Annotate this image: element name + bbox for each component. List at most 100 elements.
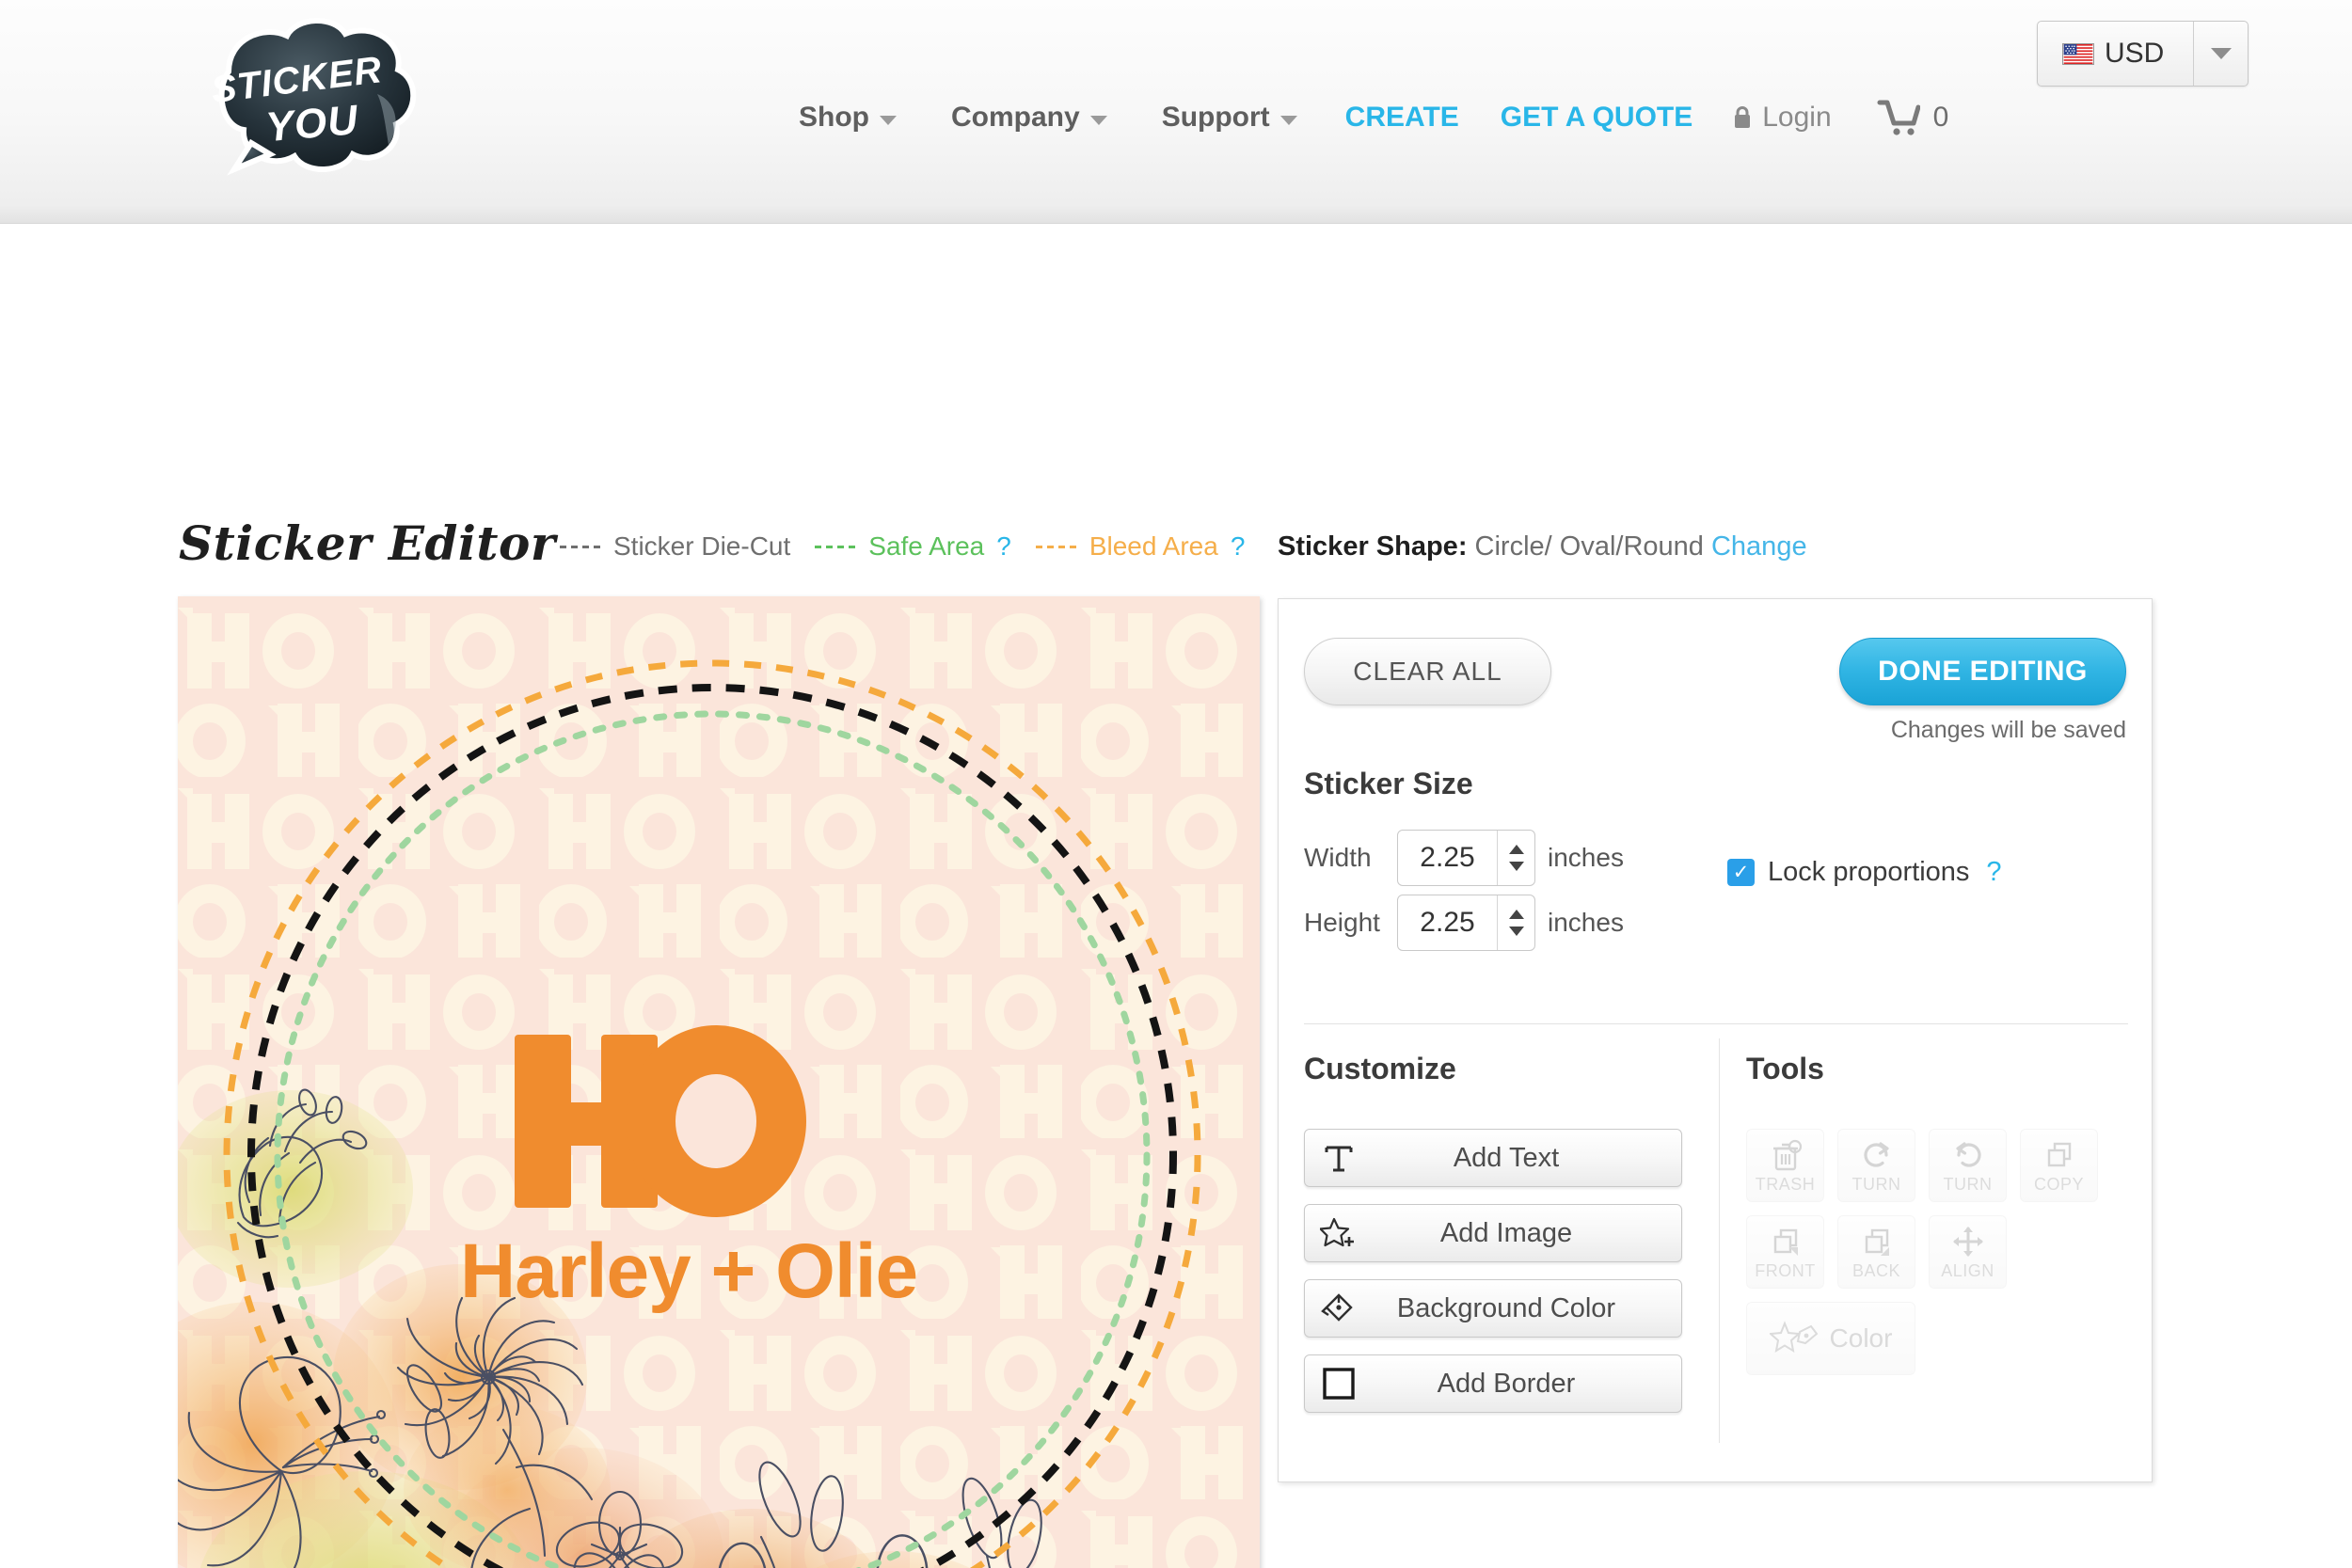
done-editing-button[interactable]: DONE EDITING [1839, 638, 2126, 705]
cart-button[interactable]: 0 [1851, 99, 1948, 136]
nav-label-shop: Shop [799, 102, 869, 133]
copy-tool-label: COPY [2033, 1175, 2084, 1194]
bring-front-tool-label: FRONT [1755, 1261, 1816, 1280]
color-tool-button[interactable]: Color [1746, 1302, 1915, 1375]
lock-proportions-checkbox[interactable]: ✓ [1727, 859, 1755, 886]
chevron-down-icon [1279, 116, 1297, 125]
height-stepper[interactable]: 2.25 [1397, 895, 1535, 951]
paint-bucket-icon [1305, 1291, 1373, 1325]
editor-tools-panel: CLEAR ALL DONE EDITING Changes will be s… [1278, 598, 2153, 1482]
clear-all-button[interactable]: CLEAR ALL [1304, 638, 1551, 705]
svg-text:YOU: YOU [264, 97, 360, 150]
lock-icon [1735, 106, 1751, 128]
page-title: Sticker Editor [179, 515, 556, 571]
bring-front-tool-button[interactable]: FRONT [1746, 1215, 1824, 1289]
legend-bleed-area[interactable]: Bleed Area ? [1035, 531, 1246, 562]
sticker-size-title: Sticker Size [1304, 767, 1473, 800]
login-label: Login [1762, 102, 1832, 133]
align-tool-button[interactable]: ALIGN [1929, 1215, 2007, 1289]
tools-section: Tools TRASH TURN TURN COPY FRONT BACK AL… [1746, 1052, 2132, 1375]
shopping-cart-icon [1877, 100, 1920, 135]
add-image-button[interactable]: Add Image [1304, 1204, 1682, 1262]
arrow-up-icon[interactable] [1508, 845, 1524, 854]
bleed-area-help-icon[interactable]: ? [1231, 531, 1246, 562]
arrow-up-icon[interactable] [1508, 910, 1524, 919]
width-row: Width 2.25 inches [1304, 830, 1624, 886]
nav-item-company[interactable]: Company [924, 102, 1135, 134]
background-color-button[interactable]: Background Color [1304, 1279, 1682, 1338]
sticker-canvas[interactable]: Harley + Olie [178, 596, 1260, 1568]
sticker-size-fields: Width 2.25 inches Height 2.25 inches [1304, 830, 1624, 959]
text-t-icon [1305, 1141, 1373, 1175]
rotate-ccw-tool-button[interactable]: TURN [1929, 1129, 2007, 1202]
dash-line-icon [1035, 545, 1081, 548]
dash-line-icon [560, 545, 605, 548]
add-image-label: Add Image [1439, 1217, 1573, 1248]
nav-item-shop[interactable]: Shop [771, 102, 924, 134]
arrow-down-icon[interactable] [1508, 927, 1524, 936]
currency-dropdown-button[interactable] [2193, 22, 2248, 86]
sticker-artwork: Harley + Olie [178, 596, 1260, 1568]
lock-proportions-help-icon[interactable]: ? [1986, 857, 2001, 888]
star-plus-icon [1305, 1216, 1373, 1250]
height-label: Height [1304, 908, 1380, 937]
width-input[interactable]: 2.25 [1398, 831, 1497, 885]
legend-die-cut: Sticker Die-Cut [560, 531, 790, 562]
nav-item-support[interactable]: Support [1135, 102, 1325, 134]
add-text-button[interactable]: Add Text [1304, 1129, 1682, 1187]
lock-proportions-label: Lock proportions [1768, 857, 1970, 887]
star-dropper-icon [1769, 1321, 1818, 1354]
nav-item-create[interactable]: CREATE [1325, 102, 1480, 134]
move-align-icon [1952, 1227, 1983, 1257]
rotate-ccw-icon [1955, 1142, 1981, 1167]
height-input[interactable]: 2.25 [1398, 895, 1497, 950]
width-unit: inches [1548, 843, 1624, 872]
currency-current[interactable]: USD [2038, 22, 2193, 86]
safe-area-help-icon[interactable]: ? [996, 531, 1011, 562]
arrow-down-icon[interactable] [1508, 862, 1524, 871]
change-shape-link[interactable]: Change [1711, 531, 1807, 562]
site-header: STICKER YOU USD Shop Company Support CRE… [0, 0, 2352, 224]
bring-front-icon [1773, 1228, 1798, 1256]
chevron-down-icon [1089, 116, 1107, 125]
sticker-shape-label: Sticker Shape: [1278, 531, 1468, 562]
legend-label-safe-area: Safe Area [868, 531, 985, 561]
dash-line-icon [815, 545, 861, 548]
align-tool-label: ALIGN [1941, 1261, 1994, 1280]
nav-item-get-a-quote[interactable]: GET A QUOTE [1480, 102, 1713, 134]
send-back-icon [1865, 1228, 1889, 1256]
nav-label-company: Company [951, 102, 1080, 133]
stickeryou-logo[interactable]: STICKER YOU [193, 11, 433, 181]
rotate-cw-tool-label: TURN [1851, 1175, 1901, 1194]
chevron-down-icon [2210, 48, 2232, 59]
square-border-icon [1305, 1366, 1373, 1402]
currency-selector[interactable]: USD [2037, 21, 2249, 87]
color-tool-label: Color [1829, 1323, 1893, 1353]
rotate-ccw-tool-label: TURN [1943, 1175, 1993, 1194]
panel-divider [1304, 1023, 2128, 1024]
legend-label-die-cut: Sticker Die-Cut [613, 531, 791, 561]
customize-section: Customize Add Text Add Image Background … [1304, 1052, 1708, 1413]
trash-tool-label: TRASH [1755, 1175, 1816, 1194]
send-back-tool-button[interactable]: BACK [1837, 1215, 1915, 1289]
rotate-cw-tool-button[interactable]: TURN [1837, 1129, 1915, 1202]
changes-saved-note: Changes will be saved [1890, 717, 2126, 743]
trash-tool-button[interactable]: TRASH [1746, 1129, 1824, 1202]
lock-proportions-row[interactable]: ✓ Lock proportions ? [1727, 857, 2002, 888]
height-unit: inches [1548, 908, 1624, 937]
add-text-label: Add Text [1453, 1142, 1560, 1173]
width-spin-buttons[interactable] [1497, 831, 1534, 885]
copy-icon [2047, 1142, 2071, 1167]
add-border-label: Add Border [1437, 1368, 1576, 1399]
height-spin-buttons[interactable] [1497, 895, 1534, 950]
send-back-tool-label: BACK [1851, 1261, 1901, 1280]
rotate-cw-icon [1863, 1142, 1889, 1167]
legend-safe-area[interactable]: Safe Area ? [815, 531, 1011, 562]
sticker-shape-line: Sticker Shape: Circle/ Oval/Round Change [1278, 531, 1807, 562]
add-border-button[interactable]: Add Border [1304, 1354, 1682, 1413]
sticker-shape-value: Circle/ Oval/Round [1474, 531, 1704, 562]
copy-tool-button[interactable]: COPY [2020, 1129, 2098, 1202]
nav-item-login[interactable]: Login [1713, 102, 1850, 134]
width-stepper[interactable]: 2.25 [1397, 830, 1535, 886]
legend-label-bleed-area: Bleed Area [1089, 531, 1218, 561]
